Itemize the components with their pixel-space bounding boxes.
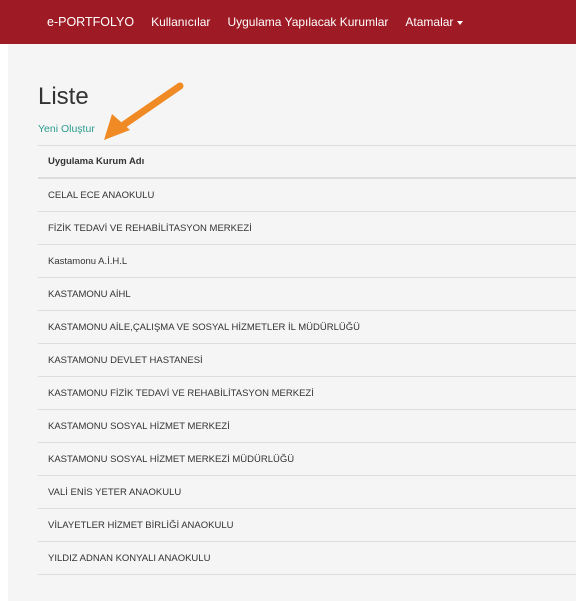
table-cell: KASTAMONU DEVLET HASTANESİ [48, 354, 203, 366]
table-cell: FİZİK TEDAVİ VE REHABİLİTASYON MERKEZİ [48, 222, 252, 234]
table-header: Uygulama Kurum Adı [38, 146, 576, 179]
top-navbar: e-PORTFOLYO Kullanıcılar Uygulama Yapıla… [0, 0, 576, 44]
table-cell: KASTAMONU SOSYAL HİZMET MERKEZİ [48, 420, 230, 432]
table-cell: KASTAMONU FİZİK TEDAVİ VE REHABİLİTASYON… [48, 387, 314, 399]
nav-item-atamalar-label: Atamalar [405, 15, 454, 29]
main-content: Liste Yeni Oluştur Uygulama Kurum Adı CE… [8, 44, 576, 601]
table-row[interactable]: KASTAMONU AİHL [38, 278, 576, 311]
table-cell: VALİ ENİS YETER ANAOKULU [48, 486, 182, 498]
brand-link[interactable]: e-PORTFOLYO [47, 15, 134, 29]
table-row[interactable]: KASTAMONU SOSYAL HİZMET MERKEZİ MÜDÜRLÜĞ… [38, 443, 576, 476]
table-cell: KASTAMONU AİLE,ÇALIŞMA VE SOSYAL HİZMETL… [48, 321, 360, 333]
table-cell: VİLAYETLER HİZMET BİRLİĞİ ANAOKULU [48, 519, 234, 531]
table-row[interactable]: KASTAMONU SOSYAL HİZMET MERKEZİ [38, 410, 576, 443]
table-row[interactable]: Kastamonu A.İ.H.L [38, 245, 576, 278]
create-new-link[interactable]: Yeni Oluştur [38, 123, 95, 135]
table-row[interactable]: CELAL ECE ANAOKULU [38, 179, 576, 212]
table-cell: Kastamonu A.İ.H.L [48, 255, 128, 267]
table-row[interactable]: FİZİK TEDAVİ VE REHABİLİTASYON MERKEZİ [38, 212, 576, 245]
table-cell: YILDIZ ADNAN KONYALI ANAOKULU [48, 552, 211, 564]
table-cell: KASTAMONU AİHL [48, 288, 131, 300]
caret-down-icon [457, 20, 464, 25]
table-cell: CELAL ECE ANAOKULU [48, 189, 155, 201]
table-row[interactable]: VİLAYETLER HİZMET BİRLİĞİ ANAOKULU [38, 509, 576, 542]
institutions-table: Uygulama Kurum Adı CELAL ECE ANAOKULU Fİ… [38, 145, 576, 575]
table-cell: KASTAMONU SOSYAL HİZMET MERKEZİ MÜDÜRLÜĞ… [48, 453, 295, 465]
table-row[interactable]: KASTAMONU DEVLET HASTANESİ [38, 344, 576, 377]
table-row[interactable]: KASTAMONU AİLE,ÇALIŞMA VE SOSYAL HİZMETL… [38, 311, 576, 344]
nav-item-uygulama-kurumlar[interactable]: Uygulama Yapılacak Kurumlar [227, 15, 388, 29]
page-title: Liste [38, 83, 89, 110]
table-row[interactable]: VALİ ENİS YETER ANAOKULU [38, 476, 576, 509]
table-row[interactable]: KASTAMONU FİZİK TEDAVİ VE REHABİLİTASYON… [38, 377, 576, 410]
nav-item-kullanicilar[interactable]: Kullanıcılar [151, 15, 210, 29]
table-row[interactable]: YILDIZ ADNAN KONYALI ANAOKULU [38, 542, 576, 575]
column-header-kurum-adi: Uygulama Kurum Adı [48, 156, 145, 167]
nav-item-atamalar-dropdown[interactable]: Atamalar [405, 15, 464, 29]
